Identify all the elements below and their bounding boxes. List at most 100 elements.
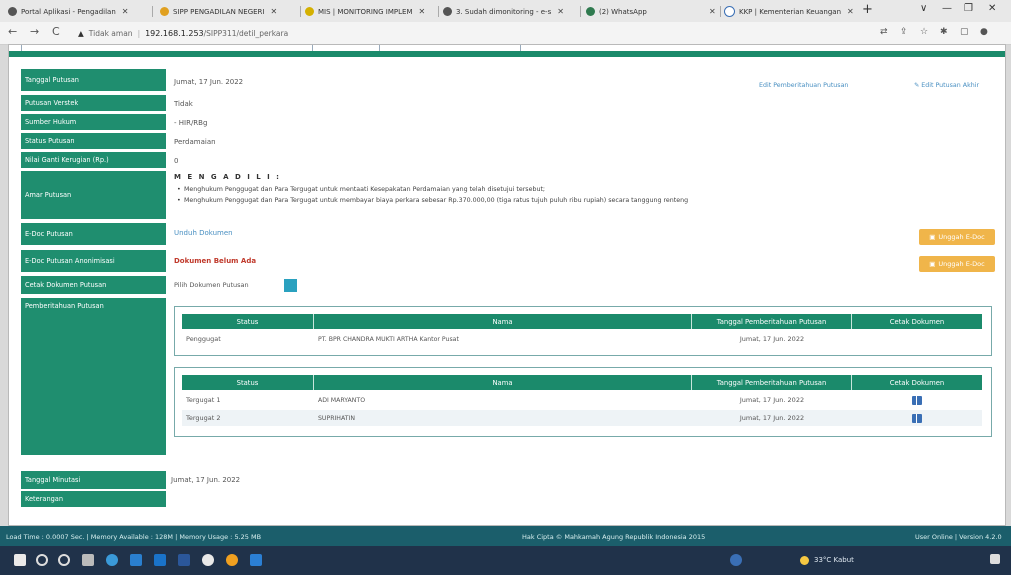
- amar-item: Menghukum Penggugat dan Para Tergugat un…: [177, 186, 545, 193]
- table-header: Status Nama Tanggal Pemberitahuan Putusa…: [182, 314, 982, 329]
- cell-status: Penggugat: [186, 335, 221, 343]
- label-status-putusan: Status Putusan: [21, 133, 166, 149]
- value-status-putusan: Perdamaian: [174, 138, 216, 146]
- tab-separator: [152, 6, 153, 17]
- translate-icon[interactable]: ⇄: [880, 27, 888, 37]
- mail-icon[interactable]: [154, 554, 166, 566]
- url-field[interactable]: ▲ Tidak aman | 192.168.1.253/SIPP311/det…: [78, 27, 288, 39]
- whatsapp-icon: [586, 7, 595, 16]
- col-tanggal: Tanggal Pemberitahuan Putusan: [692, 375, 852, 390]
- windows-start-icon[interactable]: [14, 554, 26, 566]
- tab-favicon-icon: [443, 7, 452, 16]
- header-bar: [9, 51, 1005, 57]
- cell-nama: SUPRIHATIN: [318, 414, 355, 422]
- tab-favicon-icon: [8, 7, 17, 16]
- close-icon[interactable]: ✕: [847, 7, 854, 16]
- cetak-button[interactable]: [284, 279, 297, 292]
- print-document-icon[interactable]: [912, 413, 922, 423]
- upload-icon: ▣: [929, 260, 936, 268]
- tab-label: KKP | Kementerian Keuangan: [739, 7, 842, 16]
- value-sumber-hukum: - HIR/RBg: [174, 119, 208, 127]
- tab-separator: [438, 6, 439, 17]
- sidepanel-icon[interactable]: ▢: [960, 27, 969, 37]
- unggah-edoc-label: Unggah E-Doc: [938, 260, 985, 268]
- separator: |: [137, 28, 141, 38]
- tab-separator: [580, 6, 581, 17]
- tab-label: SIPP PENGADILAN NEGERI: [173, 7, 265, 16]
- unggah-edoc-anonimisasi-button[interactable]: ▣ Unggah E-Doc: [919, 256, 995, 272]
- table-row: Tergugat 1 ADI MARYANTO Jumat, 17 Jun. 2…: [182, 392, 982, 408]
- profile-icon[interactable]: ●: [980, 27, 988, 37]
- browser-tab-4[interactable]: 3. Sudah dimonitoring - e-s ✕: [443, 3, 577, 20]
- close-window-icon[interactable]: ✕: [988, 3, 996, 14]
- cell-status: Tergugat 1: [186, 396, 221, 404]
- print-document-icon[interactable]: [912, 395, 922, 405]
- table-row: Tergugat 2 SUPRIHATIN Jumat, 17 Jun. 202…: [182, 410, 982, 426]
- tab-favicon-icon: [305, 7, 314, 16]
- cell-nama: PT. BPR CHANDRA MUKTI ARTHA Kantor Pusat: [318, 335, 459, 343]
- word-icon[interactable]: [178, 554, 190, 566]
- cell-tanggal: Jumat, 17 Jun. 2022: [739, 396, 805, 404]
- tray-app-icon[interactable]: [730, 554, 742, 566]
- edit-icon: ✎: [914, 82, 920, 89]
- forward-arrow-icon[interactable]: →: [30, 25, 39, 38]
- back-arrow-icon[interactable]: ←: [8, 25, 17, 38]
- col-nama: Nama: [314, 314, 692, 329]
- cell-cetak: [852, 392, 982, 408]
- pilih-dokumen-select[interactable]: Pilih Dokumen Putusan: [174, 281, 249, 289]
- value-putusan-verstek: Tidak: [174, 100, 193, 108]
- col-nama: Nama: [314, 375, 692, 390]
- close-icon[interactable]: ✕: [707, 3, 715, 20]
- edge-icon[interactable]: [106, 554, 118, 566]
- upload-icon: ▣: [929, 233, 936, 241]
- close-icon[interactable]: ✕: [122, 7, 129, 16]
- col-status: Status: [182, 314, 314, 329]
- label-sumber-hukum: Sumber Hukum: [21, 114, 166, 130]
- unduh-dokumen-link[interactable]: Unduh Dokumen: [174, 229, 233, 237]
- minimize-icon[interactable]: —: [942, 3, 952, 14]
- weather-text[interactable]: 33°C Kabut: [814, 556, 854, 564]
- close-icon[interactable]: ✕: [270, 7, 277, 16]
- amar-heading: M E N G A D I L I :: [174, 173, 281, 181]
- tab-label: (2) WhatsApp: [599, 7, 647, 16]
- firefox-icon[interactable]: [226, 554, 238, 566]
- notification-icon[interactable]: [990, 554, 1000, 564]
- label-tanggal-minutasi: Tanggal Minutasi: [21, 471, 166, 489]
- reload-icon[interactable]: C: [52, 25, 60, 38]
- chrome-icon[interactable]: [202, 554, 214, 566]
- browser-tab-1[interactable]: Portal Aplikasi - Pengadilan ✕: [8, 3, 148, 20]
- tab-label: 3. Sudah dimonitoring - e-s: [456, 7, 552, 16]
- label-putusan-verstek: Putusan Verstek: [21, 95, 166, 111]
- cell-cetak: [852, 331, 982, 347]
- task-view-icon[interactable]: [82, 554, 94, 566]
- tab-favicon-icon: [160, 7, 169, 16]
- star-icon[interactable]: ☆: [920, 27, 928, 37]
- file-explorer-icon[interactable]: [130, 554, 142, 566]
- unggah-edoc-button[interactable]: ▣ Unggah E-Doc: [919, 229, 995, 245]
- cell-tanggal: Jumat, 17 Jun. 2022: [739, 335, 805, 343]
- search-icon[interactable]: [36, 554, 48, 566]
- weather-icon: [800, 556, 809, 565]
- cortana-icon[interactable]: [58, 554, 70, 566]
- edit-putusan-akhir-link[interactable]: ✎ Edit Putusan Akhir: [914, 82, 979, 89]
- extensions-icon[interactable]: ✱: [940, 27, 948, 37]
- browser-tab-5[interactable]: (2) WhatsApp: [586, 3, 716, 20]
- app-icon[interactable]: [250, 554, 262, 566]
- url-host: 192.168.1.253: [145, 28, 204, 38]
- table-row: Penggugat PT. BPR CHANDRA MUKTI ARTHA Ka…: [182, 331, 982, 347]
- restore-icon[interactable]: ❐: [964, 3, 973, 14]
- label-edoc-putusan: E-Doc Putusan: [21, 223, 166, 245]
- browser-tab-6[interactable]: KKP | Kementerian Keuangan ✕: [724, 3, 858, 20]
- close-icon[interactable]: ✕: [557, 7, 564, 16]
- table-header: Status Nama Tanggal Pemberitahuan Putusa…: [182, 375, 982, 390]
- close-icon[interactable]: ✕: [419, 7, 426, 16]
- tab-search-icon[interactable]: ∨: [920, 3, 927, 14]
- share-icon[interactable]: ⇪: [900, 27, 908, 37]
- tab-label: Portal Aplikasi - Pengadilan: [21, 7, 116, 16]
- cell-status: Tergugat 2: [186, 414, 221, 422]
- edit-pemberitahuan-link[interactable]: Edit Pemberitahuan Putusan: [759, 82, 848, 89]
- tab-label: MIS | MONITORING IMPLEM: [318, 7, 413, 16]
- new-tab-icon[interactable]: +: [862, 2, 873, 17]
- browser-tab-2[interactable]: SIPP PENGADILAN NEGERI ✕: [160, 3, 296, 20]
- browser-tab-3[interactable]: MIS | MONITORING IMPLEM ✕: [305, 3, 435, 20]
